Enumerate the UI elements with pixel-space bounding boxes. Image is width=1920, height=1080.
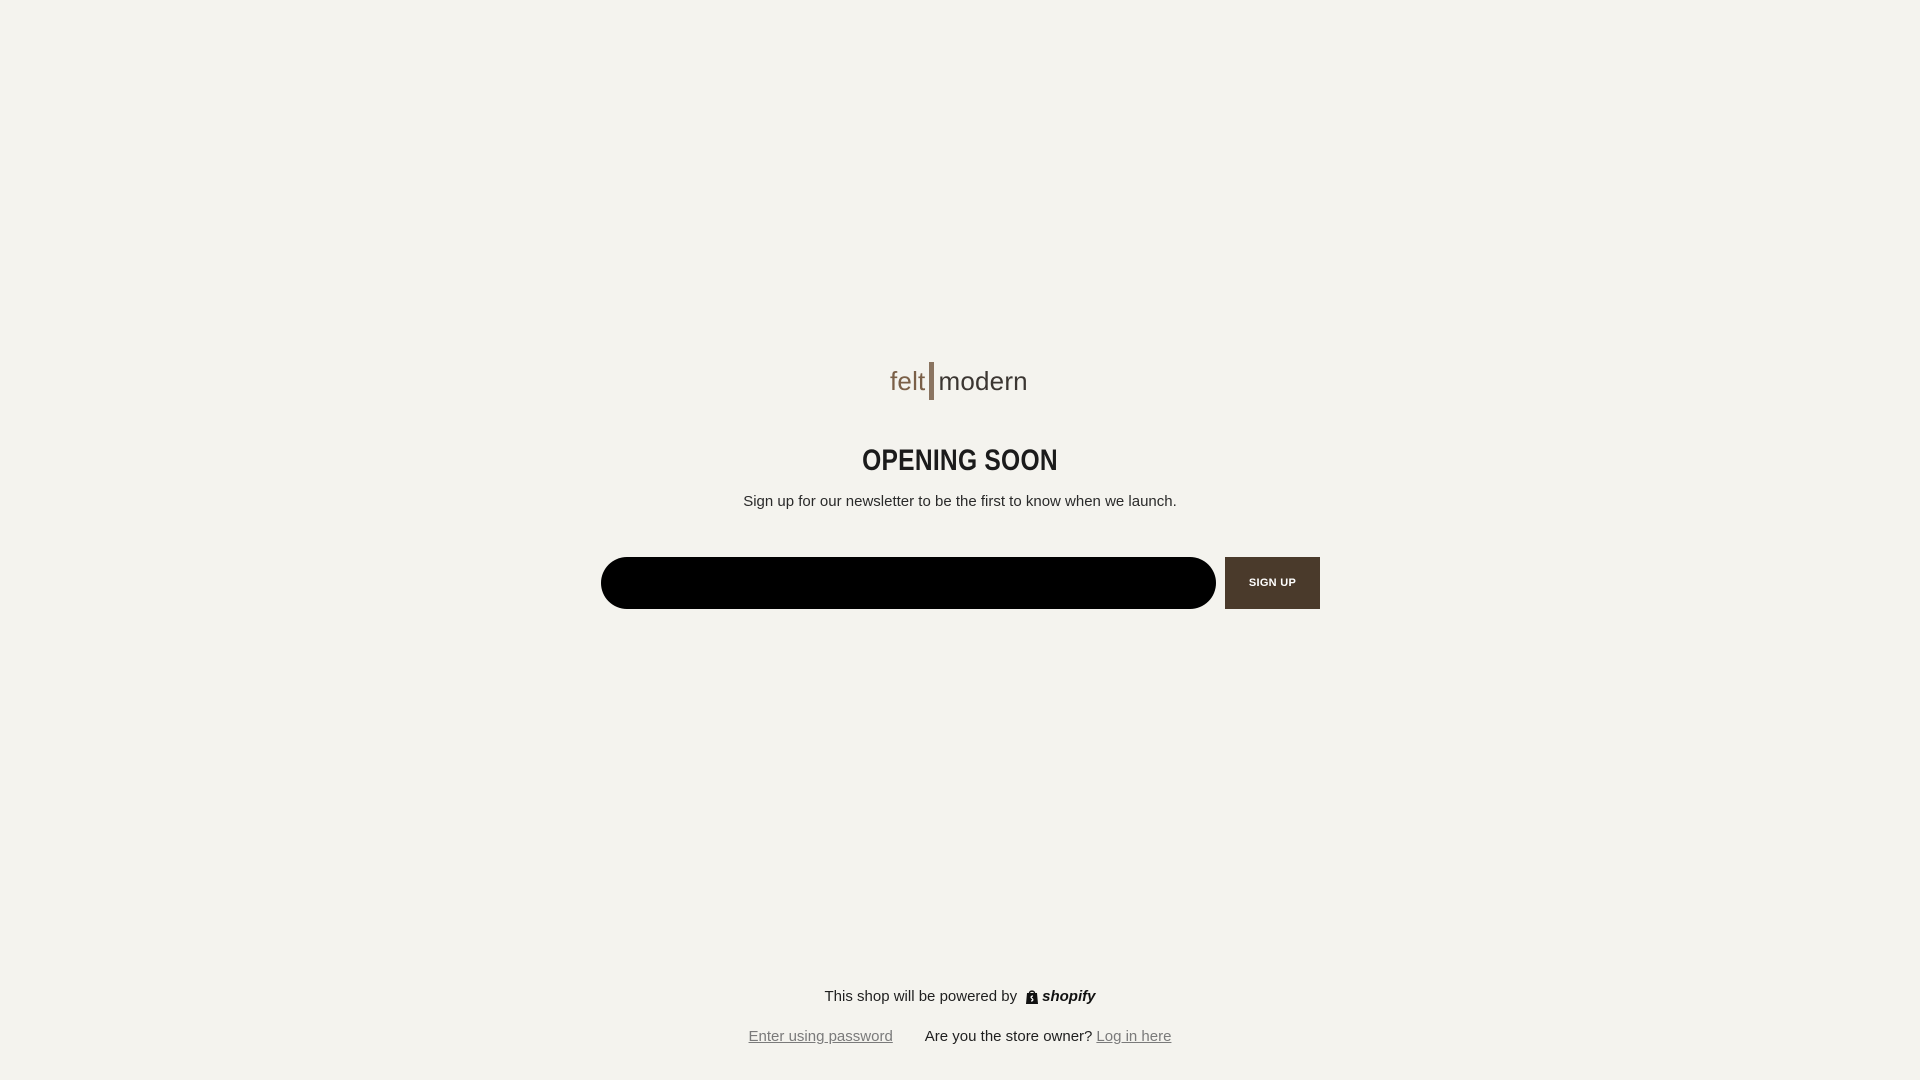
logo-modern-text: modern [938,366,1028,396]
shopping-bag-icon [1026,989,1039,1004]
powered-by-text: This shop will be powered by [824,988,1018,1005]
logo-felt-text: felt [890,366,926,396]
newsletter-form: SIGN UP [601,557,1320,609]
password-page: felt modern OPENING SOON Sign up for our… [0,0,1920,1080]
logo-divider-bar [929,362,935,400]
login-link[interactable]: Log in here [1096,1028,1171,1045]
shopify-wordmark: shopify [1042,988,1096,1005]
email-input[interactable] [601,557,1216,609]
page-subtitle: Sign up for our newsletter to be the fir… [743,493,1177,510]
store-owner-group: Are you the store owner? Log in here [925,1028,1172,1045]
store-owner-question: Are you the store owner? [924,1028,1093,1045]
footer-links: Enter using password Are you the store o… [0,1028,1920,1045]
shopify-logo[interactable]: shopify [1025,988,1095,1005]
store-logo[interactable]: felt modern [890,362,1028,400]
page-title: OPENING SOON [862,444,1058,477]
signup-button[interactable]: SIGN UP [1225,557,1320,609]
powered-by-line: This shop will be powered by shopify [0,988,1920,1005]
enter-password-link[interactable]: Enter using password [749,1028,893,1045]
